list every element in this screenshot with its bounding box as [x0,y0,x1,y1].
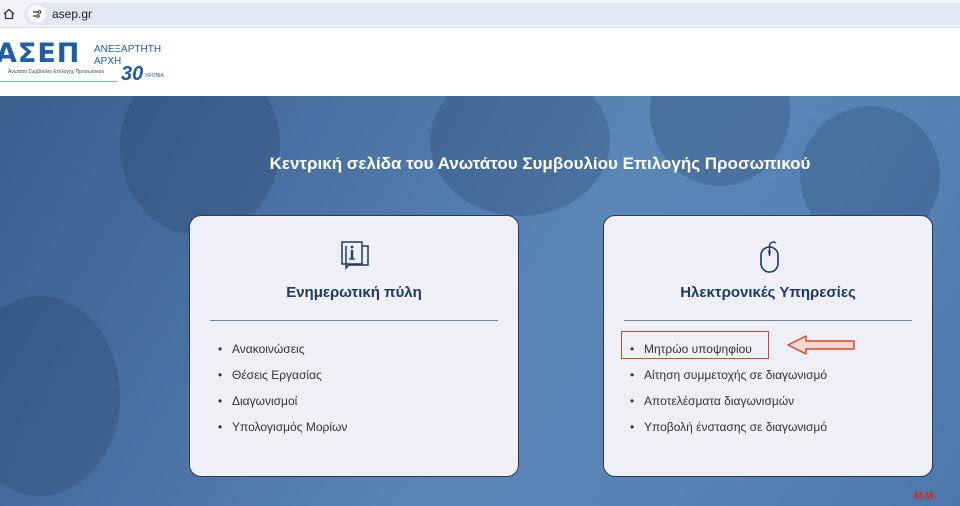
logo-independent-line2: ΑΡΧΗ [94,56,122,67]
info-book-icon [336,238,374,274]
logo-rule [0,81,118,82]
anniversary-number: 30 [121,63,144,85]
url-text[interactable]: asep.gr [52,7,92,21]
e-services-list: Μητρώο υποψηφίου Αίτηση συμμετοχής σε δι… [630,341,827,445]
link-competitions[interactable]: Διαγωνισμοί [218,393,347,419]
info-portal-list: Ανακοινώσεις Θέσεις Εργασίας Διαγωνισμοί… [218,341,347,445]
logo-independent-line1: ΑΝΕΞΑΡΤΗΤΗ [94,44,162,55]
link-results[interactable]: Αποτελέσματα διαγωνισμών [630,393,827,419]
link-job-positions[interactable]: Θέσεις Εργασίας [218,367,347,393]
author-signature: M.M. [914,491,937,502]
link-points-calculator[interactable]: Υπολογισμός Μορίων [218,419,347,445]
logo-wordmark: ΑΣΕΠ [0,38,81,69]
divider [210,320,498,321]
divider [624,320,912,321]
logo-subtitle: Ανώτατο Συμβούλιο Επιλογής Προσωπικού [8,69,105,75]
link-announcements[interactable]: Ανακοινώσεις [218,341,347,367]
mouse-icon [752,238,790,274]
site-header: ΑΣΕΠ Ανώτατο Συμβούλιο Επιλογής Προσωπικ… [0,28,960,96]
page-title: Κεντρική σελίδα του Ανωτάτου Συμβουλίου … [269,154,811,173]
anniversary-word: ΧΡΟΝΙΑ [145,73,164,79]
browser-address-bar: asep.gr [0,0,960,28]
info-portal-title[interactable]: Ενημερωτική πύλη [190,284,518,301]
site-info-icon[interactable] [28,5,46,23]
link-objection[interactable]: Υποβολή ένστασης σε διαγωνισμό [630,419,827,445]
e-services-card: Ηλεκτρονικές Υπηρεσίες Μητρώο υποψηφίου … [603,215,933,477]
e-services-title[interactable]: Ηλεκτρονικές Υπηρεσίες [604,284,932,301]
link-application[interactable]: Αίτηση συμμετοχής σε διαγωνισμό [630,367,827,393]
info-portal-card: Ενημερωτική πύλη Ανακοινώσεις Θέσεις Εργ… [189,215,519,477]
annotation-arrow-icon [787,335,855,355]
background-shape [0,296,120,496]
home-icon[interactable] [0,4,18,24]
hero-section: Κεντρική σελίδα του Ανωτάτου Συμβουλίου … [0,96,960,506]
url-bar[interactable] [24,3,960,25]
